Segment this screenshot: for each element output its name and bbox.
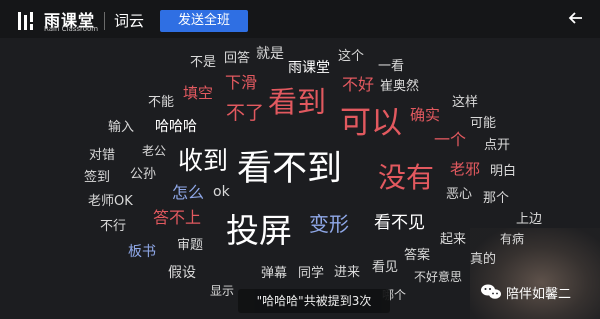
word-cloud: 不是 回答 就是 这个一看 雨课堂下滑 不好 崔奥然不能 填空这样不了 看到 可以 确实可能 输入 哈哈… (0, 38, 600, 319)
top-bar: 雨课堂 Rain Classroom 词云 发送全班 (0, 0, 600, 38)
word-cloud-item[interactable]: 进来 (334, 266, 360, 279)
word-cloud-item[interactable]: 起来 (440, 233, 466, 246)
word-cloud-item[interactable]: 公孙 (130, 168, 156, 181)
word-cloud-item[interactable]: 上边 (516, 213, 542, 226)
logo-subtext: Rain Classroom (44, 25, 99, 33)
watermark: 陪伴如馨二 (480, 282, 571, 302)
word-cloud-item[interactable]: 那个 (483, 192, 509, 205)
word-cloud-item[interactable]: 哈哈哈 (155, 120, 197, 134)
word-cloud-item[interactable]: 投屏 (226, 214, 292, 247)
word-cloud-item[interactable]: 一个 (434, 132, 466, 148)
word-cloud-item[interactable]: 确实 (410, 108, 440, 123)
word-cloud-item[interactable]: 不好 (342, 77, 374, 93)
word-cloud-item[interactable]: 不行 (100, 220, 126, 233)
word-cloud-item[interactable]: 不了 (226, 104, 264, 123)
word-cloud-item[interactable]: ok (213, 185, 230, 199)
back-arrow-icon[interactable] (568, 10, 584, 26)
word-cloud-item[interactable]: 看不见 (374, 215, 425, 232)
header-divider (104, 12, 105, 30)
word-cloud-item[interactable]: 板书 (128, 245, 156, 259)
send-to-class-button[interactable]: 发送全班 (160, 10, 248, 32)
word-cloud-item[interactable]: 点开 (484, 139, 510, 152)
word-cloud-item[interactable]: 怎么 (172, 185, 204, 201)
word-cloud-item[interactable]: 同学 (298, 267, 324, 280)
word-cloud-item[interactable]: 变形 (309, 214, 349, 234)
word-cloud-item[interactable]: 这样 (452, 96, 478, 109)
word-cloud-item[interactable]: 这个 (338, 50, 364, 63)
word-cloud-item[interactable]: 老师OK (88, 195, 133, 208)
word-cloud-item[interactable]: 回答 (224, 52, 250, 65)
word-cloud-item[interactable]: 答不上 (153, 210, 201, 226)
wechat-icon (481, 284, 501, 299)
word-cloud-item[interactable]: 填空 (183, 86, 213, 101)
word-cloud-item[interactable]: 审题 (177, 239, 203, 252)
word-cloud-item[interactable]: 看见 (372, 261, 398, 274)
word-cloud-item[interactable]: 不是 (190, 56, 216, 69)
word-cloud-item[interactable]: 下滑 (225, 75, 257, 91)
word-cloud-item[interactable]: 对错 (89, 149, 115, 162)
word-cloud-item[interactable]: 签到 (84, 171, 110, 184)
word-cloud-item[interactable]: 一看 (378, 60, 404, 73)
word-cloud-item[interactable]: 显示 (210, 285, 234, 297)
word-cloud-item[interactable]: 假设 (168, 266, 196, 280)
word-cloud-item[interactable]: 崔奥然 (380, 80, 419, 93)
word-cloud-item[interactable]: 不能 (148, 96, 174, 109)
word-cloud-item[interactable]: 明白 (490, 165, 516, 178)
word-cloud-item[interactable]: 输入 (108, 121, 134, 134)
word-cloud-item[interactable]: 老邪 (450, 162, 480, 177)
word-cloud-item[interactable]: 可以 (340, 108, 402, 139)
word-cloud-item[interactable]: 老公 (142, 145, 166, 157)
word-cloud-item[interactable]: 有病 (500, 233, 524, 245)
word-cloud-item[interactable]: 收到 (178, 148, 228, 173)
word-cloud-item[interactable]: 弹幕 (261, 267, 287, 280)
mention-count-toast: "哈哈哈"共被提到3次 (238, 289, 390, 313)
word-cloud-item[interactable]: 雨课堂 (288, 61, 330, 75)
word-cloud-item[interactable]: 不好意思 (414, 271, 462, 283)
word-cloud-item[interactable]: 可能 (470, 117, 496, 130)
word-cloud-item[interactable]: 没有 (378, 164, 434, 192)
word-cloud-item[interactable]: 真的 (470, 253, 496, 266)
page-title: 词云 (114, 12, 145, 30)
word-cloud-item[interactable]: 答案 (404, 249, 430, 262)
word-cloud-item[interactable]: 看不到 (237, 152, 342, 187)
word-cloud-item[interactable]: 就是 (256, 47, 284, 61)
rain-classroom-logo-icon (18, 12, 33, 30)
word-cloud-item[interactable]: 恶心 (446, 188, 472, 201)
word-cloud-item[interactable]: 看到 (268, 88, 326, 117)
watermark-text: 陪伴如馨二 (506, 286, 572, 302)
